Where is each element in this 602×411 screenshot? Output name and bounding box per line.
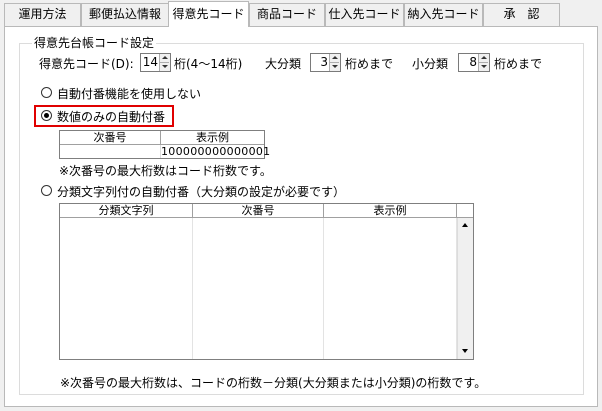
spin-up-button[interactable] [160, 54, 169, 63]
major-category-suffix: 桁めまで [345, 57, 394, 71]
note-category-max-digits: ※次番号の最大桁数は、コードの桁数－分類(大分類または小分類)の桁数です。 [60, 376, 487, 390]
column-divider [323, 218, 324, 359]
scroll-down-button[interactable] [458, 344, 473, 359]
spin-down-button[interactable] [160, 63, 169, 71]
spin-down-icon [332, 65, 338, 68]
scroll-down-icon [462, 349, 468, 353]
highlight-box [34, 105, 174, 127]
numeric-numbering-table: 次番号 表示例 100000000000001 [59, 130, 271, 159]
customer-code-digits-range: 桁(4～14桁) [174, 57, 243, 71]
spin-down-button[interactable] [330, 63, 339, 71]
customer-code-digits-spinner[interactable]: 14 [140, 53, 171, 72]
vertical-scrollbar[interactable] [457, 218, 473, 359]
radio-category-auto-numbering-label[interactable]: 分類文字列付の自動付番（大分類の設定が必要です） [57, 183, 345, 200]
major-category-value: 3 [320, 55, 328, 69]
display-example-cell: 100000000000001 [161, 145, 271, 158]
tab-supplier-code[interactable]: 仕入先コード [325, 3, 404, 26]
tab-approval[interactable]: 承 認 [483, 3, 560, 26]
spin-down-icon [162, 65, 168, 68]
minor-category-value: 8 [469, 55, 477, 69]
spin-up-icon [481, 56, 487, 59]
tab-operation-method[interactable]: 運用方法 [4, 3, 81, 26]
major-category-label: 大分類 [265, 57, 302, 71]
spin-up-button[interactable] [330, 54, 339, 63]
spin-down-button[interactable] [479, 63, 488, 71]
column-header-category-string: 分類文字列 [60, 204, 193, 218]
tab-product-code[interactable]: 商品コード [249, 3, 325, 26]
radio-no-auto-numbering[interactable] [41, 87, 52, 98]
tab-postal-transfer-info[interactable]: 郵便払込情報 [81, 3, 169, 26]
note-max-digits: ※次番号の最大桁数はコード桁数です。 [59, 164, 272, 178]
spin-up-icon [332, 56, 338, 59]
radio-no-auto-numbering-label[interactable]: 自動付番機能を使用しない [57, 85, 201, 102]
spin-down-icon [481, 65, 487, 68]
column-header-display-example: 表示例 [161, 131, 264, 145]
category-numbering-grid[interactable]: 分類文字列 次番号 表示例 [59, 203, 474, 360]
radio-category-auto-numbering[interactable] [41, 185, 52, 196]
tab-customer-code[interactable]: 得意先コード [168, 1, 249, 27]
column-header-next-number: 次番号 [193, 204, 324, 218]
column-header-next-number: 次番号 [60, 131, 161, 145]
minor-category-label: 小分類 [412, 57, 449, 71]
next-number-cell[interactable] [60, 145, 161, 158]
customer-code-digits-value: 14 [142, 55, 158, 69]
grid-corner [457, 204, 473, 218]
scroll-up-icon [462, 223, 468, 227]
spin-up-button[interactable] [479, 54, 488, 63]
spin-up-icon [162, 56, 168, 59]
customer-code-digits-label: 得意先コード(D): [39, 57, 134, 71]
scroll-up-button[interactable] [458, 218, 473, 233]
major-category-spinner[interactable]: 3 [310, 53, 341, 72]
minor-category-suffix: 桁めまで [494, 57, 543, 71]
tab-delivery-code[interactable]: 納入先コード [404, 3, 483, 26]
column-header-display-example: 表示例 [324, 204, 457, 218]
column-divider [192, 218, 193, 359]
minor-category-spinner[interactable]: 8 [458, 53, 490, 72]
group-title: 得意先台帳コード設定 [32, 34, 157, 51]
